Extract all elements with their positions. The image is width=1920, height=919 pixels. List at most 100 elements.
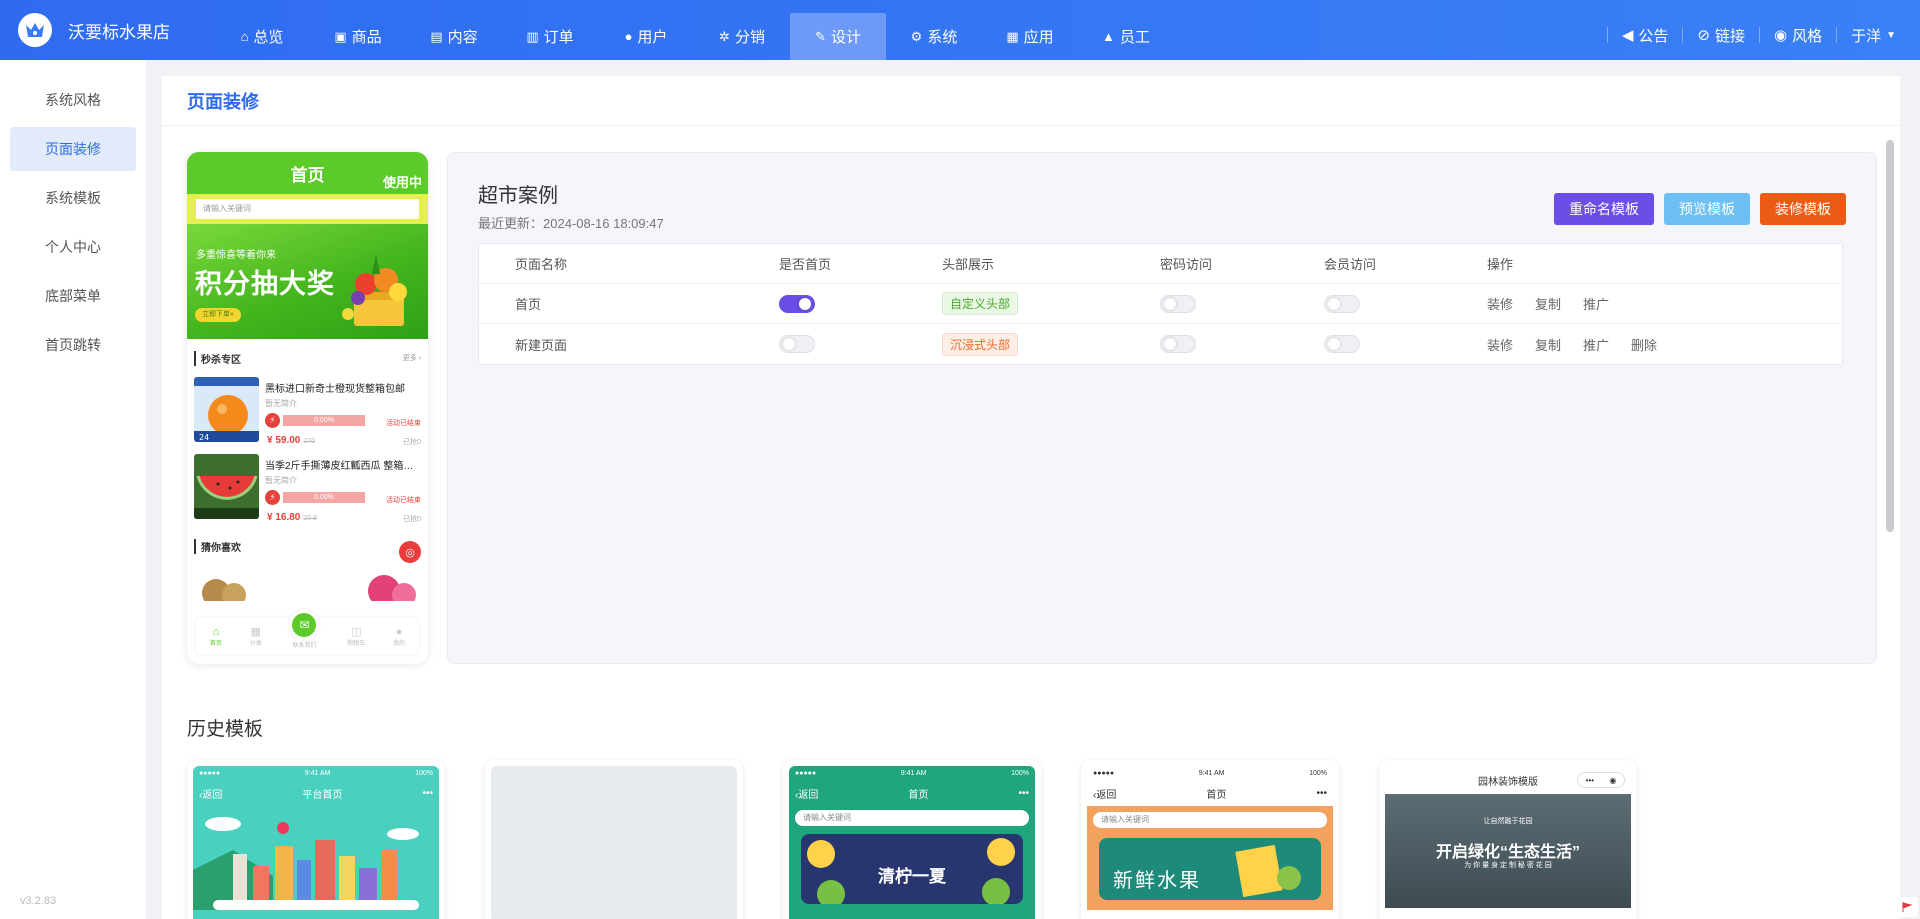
- style-button[interactable]: ◉ 风格: [1774, 25, 1822, 46]
- clipboard-icon: ▥: [526, 28, 539, 44]
- promote-link[interactable]: 推广: [1583, 294, 1609, 313]
- nav-users[interactable]: ● 用户: [598, 13, 694, 60]
- promote-link[interactable]: 推广: [1583, 335, 1609, 354]
- nav-design[interactable]: ✎ 设计: [790, 13, 886, 60]
- banner-text: 清柠一夏: [878, 867, 946, 886]
- password-access-toggle[interactable]: [1160, 335, 1196, 353]
- nav-system[interactable]: ⚙ 系统: [886, 13, 982, 60]
- sidebar-item-page-decoration[interactable]: 页面装修: [10, 127, 136, 171]
- copy-link[interactable]: 复制: [1535, 335, 1561, 354]
- member-access-toggle[interactable]: [1324, 294, 1360, 313]
- template-actions: 重命名模板 预览模板 装修模板: [1544, 193, 1846, 225]
- copy-link[interactable]: 复制: [1535, 294, 1561, 313]
- nav-products[interactable]: ▣ 商品: [310, 13, 406, 60]
- progress-bar: 0.00%: [283, 415, 365, 426]
- template-nav: 园林装饰模版 ••• ◉: [1385, 766, 1631, 794]
- more-icon: •••: [1316, 787, 1327, 799]
- search-wrap: 请输入关键词: [789, 806, 1035, 830]
- preview-template-button[interactable]: 预览模板: [1664, 193, 1750, 225]
- phone-title: 首页: [290, 165, 325, 185]
- garden-banner: 让自然融于花园 开启绿化“生态生活” 为 你 量 身 定 制 秘 密 花 园: [1385, 794, 1631, 908]
- divider: [1758, 27, 1760, 43]
- activity-status: 活动已结束: [386, 420, 421, 427]
- page-title: 页面装修: [187, 91, 259, 112]
- lightning-icon: ⚡: [265, 490, 280, 505]
- phone-tab-mine[interactable]: ● 我的: [393, 626, 405, 647]
- history-template-card[interactable]: ●●●●● 9:41 AM 100% ‹返回 首页 ••• 请输入关键词 清柠一夏: [783, 760, 1041, 919]
- back-label: 返回: [202, 789, 223, 801]
- sidebar-item-home-redirect[interactable]: 首页跳转: [10, 323, 136, 367]
- nav-distribution[interactable]: ✲ 分销: [694, 13, 790, 60]
- nav-content[interactable]: ▤ 内容: [406, 13, 502, 60]
- flash-sale-title: 秒杀专区: [194, 350, 241, 366]
- feedback-flag-icon[interactable]: [1896, 897, 1918, 917]
- banner-caption: 为 你 量 身 定 制 秘 密 花 园: [1464, 862, 1552, 869]
- phone-tab-contact[interactable]: ✉ 联系我们: [289, 609, 320, 649]
- table-header: 页面名称 是否首页 头部展示 密码访问 会员访问 操作: [479, 244, 1842, 284]
- last-updated: 最近更新：2024-08-16 18:09:47: [478, 216, 664, 231]
- nav-orders[interactable]: ▥ 订单: [502, 13, 598, 60]
- sidebar-item-bottom-menu[interactable]: 底部菜单: [10, 274, 136, 318]
- user-icon: ●: [624, 29, 633, 44]
- phone-tab-cart[interactable]: ◫ 购物车: [347, 625, 365, 647]
- template-nav-title: 首页: [908, 789, 929, 801]
- flash-sale-header: 秒杀专区 更多 ›: [194, 339, 421, 377]
- message-icon[interactable]: ◎: [399, 541, 421, 563]
- watermelon-product-image: [194, 454, 259, 519]
- col-password-access: 密码访问: [1160, 257, 1213, 272]
- history-template-card[interactable]: ●●●●● 9:41 AM 100% ‹返回 平台首页 •••: [187, 760, 445, 919]
- sold-count: 已抢0: [403, 439, 421, 446]
- status-time: 9:41 AM: [900, 769, 927, 777]
- scrollbar[interactable]: [1886, 140, 1894, 532]
- nav-staff[interactable]: ▲ 员工: [1078, 13, 1174, 60]
- sidebar-item-system-style[interactable]: 系统风格: [10, 78, 136, 122]
- decorate-template-button[interactable]: 装修模板: [1760, 193, 1846, 225]
- is-home-toggle[interactable]: [779, 335, 815, 353]
- divider: [1836, 27, 1838, 43]
- store-name: 沃要标水果店: [68, 22, 170, 42]
- search-wrap: 请输入关键词: [1087, 806, 1333, 834]
- main-content: 页面装修 首页 使用中 请输入关键词 多重惊喜等着你来 积分抽大奖 立即下单»: [162, 76, 1900, 919]
- user-menu[interactable]: 于洋 ▼: [1851, 25, 1896, 46]
- is-home-toggle[interactable]: [779, 294, 815, 313]
- col-actions: 操作: [1487, 257, 1514, 272]
- nav-apps[interactable]: ▦ 应用: [982, 13, 1078, 60]
- sidebar-item-system-templates[interactable]: 系统模板: [10, 176, 136, 220]
- delete-link[interactable]: 删除: [1631, 335, 1657, 354]
- decorate-link[interactable]: 装修: [1487, 294, 1513, 313]
- gear-icon: ⚙: [910, 28, 923, 44]
- history-template-card[interactable]: ●●●●● 9:41 AM 100% ‹返回 首页 ••• 请输入关键词 新鲜水果: [1081, 760, 1339, 919]
- sidebar-item-personal-center[interactable]: 个人中心: [10, 225, 136, 269]
- product-desc: 暂无简介: [265, 399, 297, 408]
- notice-button[interactable]: ◀ 公告: [1622, 25, 1669, 46]
- password-access-toggle[interactable]: [1160, 294, 1196, 313]
- member-access-toggle[interactable]: [1324, 335, 1360, 353]
- flash-sale-more: 更多 ›: [402, 355, 421, 362]
- header-type-tag: 沉浸式头部: [942, 332, 1019, 356]
- rename-template-button[interactable]: 重命名模板: [1554, 193, 1654, 225]
- back-link: ‹返回: [199, 786, 222, 801]
- banner-text: 开启绿化“生态生活”: [1435, 844, 1580, 861]
- decorate-link[interactable]: 装修: [1487, 335, 1513, 354]
- link-button[interactable]: ⊘ 链接: [1697, 25, 1745, 46]
- table-row: 新建页面 沉浸式头部 装修 复制 推广 删除: [479, 324, 1842, 364]
- banner-subtitle: 多重惊喜等着你来: [196, 250, 276, 261]
- template-search: 请输入关键词: [1093, 812, 1327, 828]
- template-nav: ‹返回 首页 •••: [789, 780, 1035, 806]
- brand[interactable]: 沃要标水果店: [18, 12, 170, 48]
- megaphone-icon: ◀: [1621, 27, 1634, 44]
- product-price: ¥ 16.80 20.8: [267, 512, 317, 523]
- phone-preview[interactable]: 首页 使用中 请输入关键词 多重惊喜等着你来 积分抽大奖 立即下单» 秒杀专区 …: [187, 152, 428, 664]
- phone-tab-home[interactable]: ⌂ 首页: [210, 626, 222, 647]
- divider: [1606, 27, 1608, 43]
- history-template-card[interactable]: 园林装饰模版 ••• ◉ 让自然融于花园 开启绿化“生态生活” 为 你 量 身 定…: [1379, 760, 1637, 919]
- phone-tab-category[interactable]: ▦ 分类: [250, 625, 262, 647]
- more-icon: •••: [1585, 775, 1595, 785]
- col-is-home: 是否首页: [779, 257, 832, 272]
- nav-overview[interactable]: ⌂ 总览: [214, 13, 310, 60]
- history-template-card[interactable]: [485, 760, 743, 919]
- history-title: 历史模板: [187, 719, 264, 740]
- sidebar: 系统风格 页面装修 系统模板 个人中心 底部菜单 首页跳转 v3.2.83: [0, 60, 146, 919]
- status-time: 9:41 AM: [1198, 769, 1225, 777]
- template-thumbnail: 园林装饰模版 ••• ◉ 让自然融于花园 开启绿化“生态生活” 为 你 量 身 定…: [1385, 766, 1631, 919]
